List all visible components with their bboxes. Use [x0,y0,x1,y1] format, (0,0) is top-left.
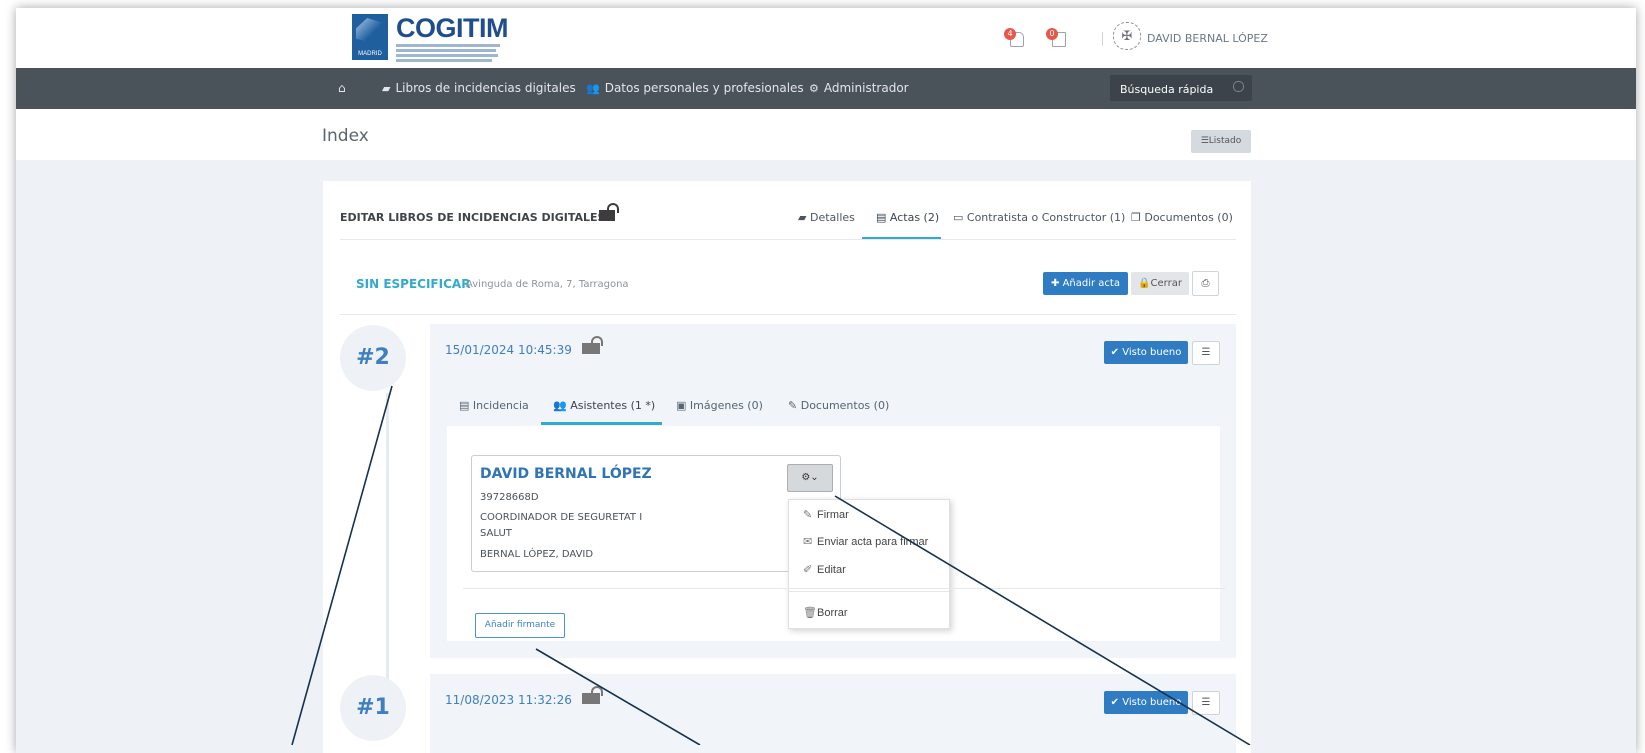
annotation-line-actions-button [834,495,1251,745]
annotation-arrows [291,385,1251,745]
annotation-line-add-firmante [535,648,701,745]
annotation-line-acta-number [291,385,393,745]
